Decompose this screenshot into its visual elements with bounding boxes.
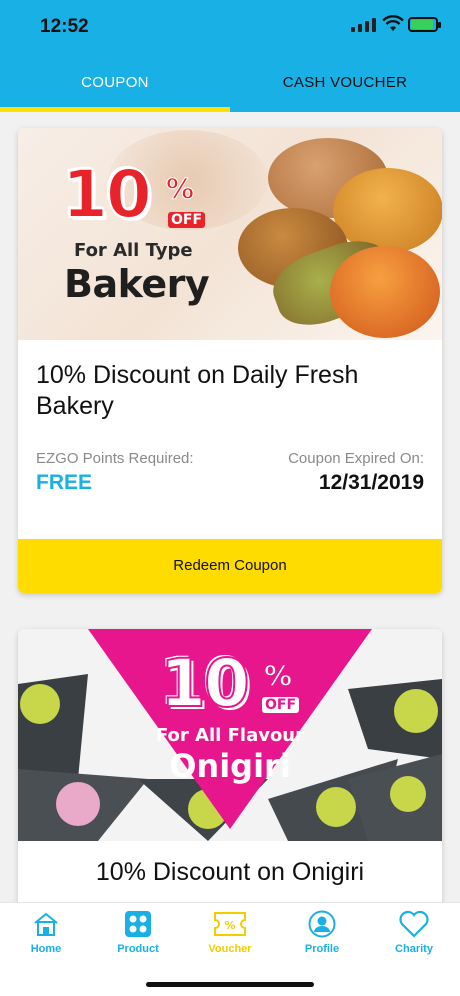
points-required-label: EZGO Points Required:: [36, 450, 194, 467]
cellular-signal-icon: [351, 18, 376, 32]
voucher-icon: %: [214, 912, 246, 936]
off-badge: OFF: [168, 212, 206, 228]
nav-label: Product: [117, 943, 159, 955]
expiry-date: 12/31/2019: [318, 471, 424, 494]
nav-charity[interactable]: Charity: [368, 909, 460, 961]
heart-icon: [399, 910, 429, 938]
coupon-card-bakery[interactable]: 10 % OFF For All Type Bakery 10% Discoun…: [18, 128, 442, 593]
battery-icon: [408, 17, 441, 32]
coupon-banner-onigiri: 10 % OFF For All Flavour Onigiri: [18, 629, 442, 841]
status-time: 12:52: [40, 16, 89, 37]
bottom-nav: Home Product % Voucher Profile Charity: [0, 902, 460, 996]
tab-coupon[interactable]: COUPON: [0, 60, 230, 112]
expiry-label: Coupon Expired On:: [288, 450, 424, 467]
nav-profile[interactable]: Profile: [276, 909, 368, 961]
home-icon: [34, 912, 58, 936]
banner-subtitle: For All Type: [74, 240, 193, 261]
svg-text:%: %: [224, 919, 235, 932]
nav-product[interactable]: Product: [92, 909, 184, 961]
coupon-title: 10% Discount on Daily Fresh Bakery: [36, 361, 359, 420]
percent-sign: %: [165, 172, 195, 206]
banner-product-name: Bakery: [64, 262, 210, 306]
banner-subtitle: For All Flavour: [155, 725, 305, 746]
product-grid-icon: [125, 911, 151, 937]
banner-product-name: Onigiri: [169, 747, 291, 785]
tab-cash-voucher[interactable]: CASH VOUCHER: [230, 60, 460, 112]
app-header: 12:52 COUPON CASH VOUCHER: [0, 0, 460, 112]
off-badge: OFF: [262, 697, 300, 713]
coupon-tabs: COUPON CASH VOUCHER: [0, 60, 460, 112]
wifi-icon: [382, 15, 404, 31]
home-indicator: [146, 982, 314, 987]
nav-label: Home: [30, 943, 62, 955]
redeem-coupon-button[interactable]: Redeem Coupon: [18, 539, 442, 593]
nav-voucher[interactable]: % Voucher: [184, 909, 276, 961]
discount-percent: 10: [159, 644, 251, 723]
bread-image: [330, 246, 440, 338]
coupon-list[interactable]: 10 % OFF For All Type Bakery 10% Discoun…: [0, 112, 460, 902]
nav-label: Charity: [395, 943, 433, 955]
nav-label: Voucher: [208, 943, 252, 955]
status-bar: 12:52: [0, 0, 460, 50]
coupon-card-onigiri[interactable]: 10 % OFF For All Flavour Onigiri 10% Dis…: [18, 629, 442, 902]
bread-image: [333, 168, 442, 253]
discount-percent: 10: [61, 155, 153, 234]
nav-home[interactable]: Home: [0, 909, 92, 961]
coupon-banner-bakery: 10 % OFF For All Type Bakery: [18, 128, 442, 340]
nav-label: Profile: [304, 943, 340, 955]
profile-icon: [308, 910, 336, 938]
coupon-title: 10% Discount on Onigiri: [95, 858, 365, 886]
points-required-value: FREE: [36, 471, 93, 494]
percent-sign: %: [263, 659, 293, 693]
